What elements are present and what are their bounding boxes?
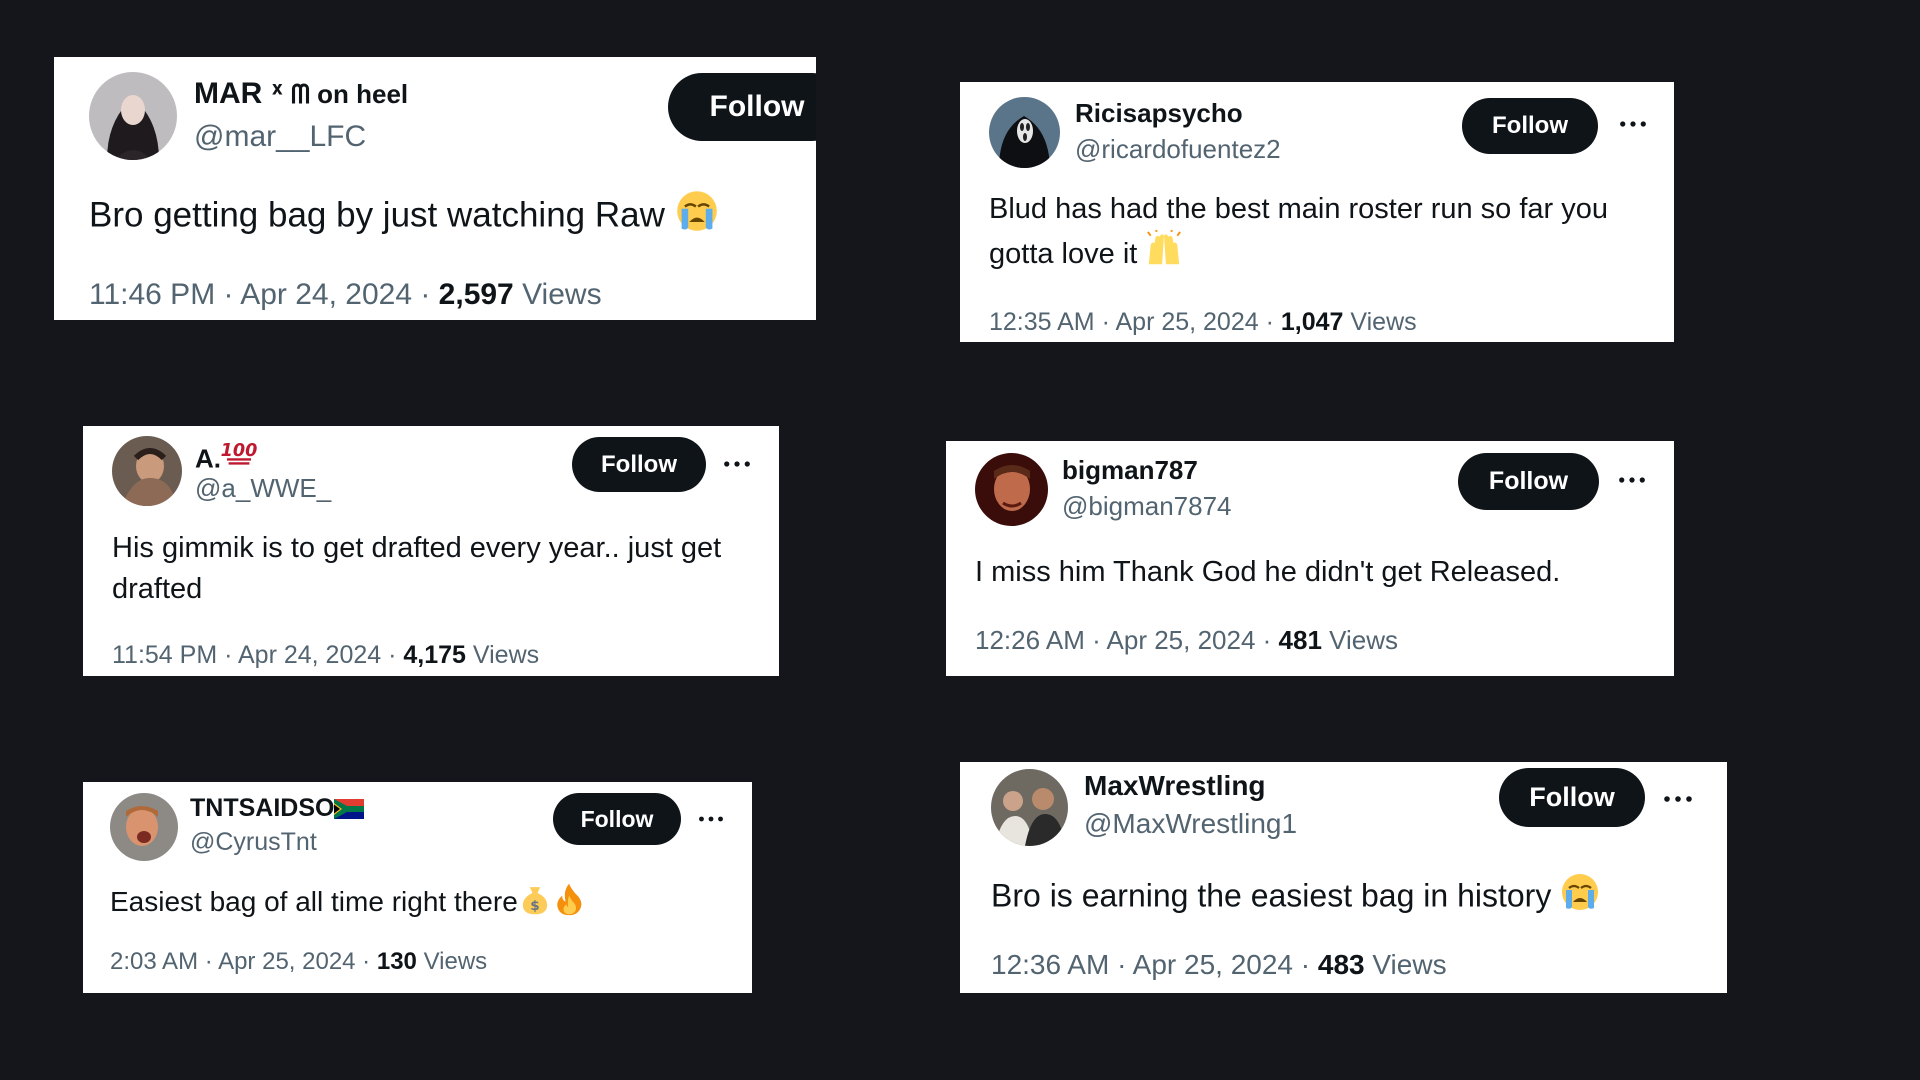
tweet-card: bigman787 @bigman7874 Follow I miss him …: [946, 441, 1674, 676]
user-handle[interactable]: @a_WWE_: [195, 473, 331, 504]
views-label: Views: [472, 641, 540, 669]
tweet-meta: 2:03 AM · Apr 25, 2024 · 130 Views: [110, 948, 488, 975]
tweet-card: MAR ᕽ ᗰ on heel @mar__LFC Follow Bro get…: [54, 57, 816, 320]
fire-icon: [552, 882, 586, 916]
more-options-icon[interactable]: [695, 803, 727, 835]
tweet-text: Bro is earning the easiest bag in histor…: [991, 872, 1711, 919]
tweet-date[interactable]: Apr 25, 2024: [1107, 625, 1256, 655]
tweet-time[interactable]: 11:54 PM: [112, 641, 217, 669]
more-options-icon[interactable]: [1617, 108, 1649, 140]
raising-hands-icon: [1145, 230, 1183, 268]
avatar[interactable]: [975, 453, 1048, 526]
display-name[interactable]: bigman787: [1062, 455, 1198, 486]
tweet-text: His gimmik is to get drafted every year.…: [112, 532, 722, 606]
display-name[interactable]: A.: [195, 437, 257, 475]
tweet-meta: 12:36 AM · Apr 25, 2024 · 483 Views: [991, 949, 1447, 980]
display-name[interactable]: Ricisapsycho: [1075, 98, 1243, 129]
avatar[interactable]: [112, 436, 182, 506]
tweet-meta: 12:26 AM · Apr 25, 2024 · 481 Views: [975, 625, 1399, 655]
tweet-text: I miss him Thank God he didn't get Relea…: [975, 556, 1561, 588]
tweet-date[interactable]: Apr 24, 2024: [238, 641, 381, 669]
tweet-date[interactable]: Apr 25, 2024: [1133, 949, 1293, 980]
tweet-time[interactable]: 12:26 AM: [975, 625, 1085, 655]
view-count: 481: [1278, 625, 1322, 655]
avatar[interactable]: [989, 97, 1060, 168]
money-bag-icon: [518, 882, 552, 916]
flag-south-africa-icon: [334, 799, 364, 819]
tweet-text: Easiest bag of all time right there: [110, 882, 730, 922]
user-handle[interactable]: @CyrusTnt: [190, 828, 317, 857]
tweet-card: MaxWrestling @MaxWrestling1 Follow Bro i…: [960, 762, 1727, 993]
view-count: 4,175: [403, 641, 466, 669]
tweet-meta: 11:54 PM · Apr 24, 2024 · 4,175 Views: [112, 641, 540, 669]
user-handle[interactable]: @ricardofuentez2: [1075, 134, 1281, 165]
tweet-date[interactable]: Apr 25, 2024: [218, 948, 355, 975]
tweet-time[interactable]: 12:36 AM: [991, 949, 1109, 980]
follow-button[interactable]: Follow: [1462, 98, 1598, 154]
view-count: 1,047: [1280, 308, 1344, 336]
more-options-icon[interactable]: [721, 448, 753, 480]
views-label: Views: [522, 278, 602, 311]
display-name[interactable]: MaxWrestling: [1084, 770, 1266, 802]
tweet-text: Bro getting bag by just watching Raw: [89, 189, 799, 240]
follow-button[interactable]: Follow: [1499, 768, 1645, 827]
loudly-crying-face-icon: [1560, 872, 1600, 912]
tweet-date[interactable]: Apr 25, 2024: [1115, 308, 1258, 336]
more-options-icon[interactable]: [1661, 782, 1695, 816]
more-options-icon[interactable]: [1616, 464, 1648, 496]
tweet-card: TNTSAIDSO @CyrusTnt Follow Easiest bag o…: [83, 782, 752, 993]
views-label: Views: [1350, 308, 1417, 336]
tweet-card: Ricisapsycho @ricardofuentez2 Follow Blu…: [960, 82, 1674, 342]
display-name[interactable]: MAR ᕽ ᗰ on heel: [194, 77, 408, 111]
tweet-date[interactable]: Apr 24, 2024: [240, 278, 412, 311]
tweet-time[interactable]: 2:03 AM: [110, 948, 198, 975]
view-count: 130: [376, 948, 417, 975]
tweet-card: A. @a_WWE_ Follow His gimmik is to get d…: [83, 426, 779, 676]
display-name[interactable]: TNTSAIDSO: [190, 794, 364, 823]
tweet-time[interactable]: 11:46 PM: [89, 278, 215, 311]
tweet-text: Blud has had the best main roster run so…: [989, 193, 1609, 270]
avatar[interactable]: [89, 72, 177, 160]
views-label: Views: [1372, 949, 1447, 980]
follow-button[interactable]: Follow: [668, 73, 816, 141]
user-handle[interactable]: @mar__LFC: [194, 120, 366, 154]
tweet-meta: 11:46 PM · Apr 24, 2024 · 2,597 Views: [89, 278, 602, 311]
tweet-time[interactable]: 12:35 AM: [989, 308, 1095, 336]
views-label: Views: [1329, 625, 1399, 655]
view-count: 2,597: [438, 278, 514, 311]
view-count: 483: [1317, 949, 1365, 980]
loudly-crying-face-icon: [675, 189, 719, 233]
tweet-meta: 12:35 AM · Apr 25, 2024 · 1,047 Views: [989, 308, 1417, 336]
follow-button[interactable]: Follow: [572, 437, 706, 492]
user-handle[interactable]: @MaxWrestling1: [1084, 808, 1297, 840]
follow-button[interactable]: Follow: [553, 793, 681, 845]
hundred-points-icon: [221, 437, 257, 469]
user-handle[interactable]: @bigman7874: [1062, 491, 1232, 522]
follow-button[interactable]: Follow: [1458, 453, 1599, 510]
avatar[interactable]: [110, 793, 178, 861]
avatar[interactable]: [991, 769, 1068, 846]
views-label: Views: [423, 948, 488, 975]
